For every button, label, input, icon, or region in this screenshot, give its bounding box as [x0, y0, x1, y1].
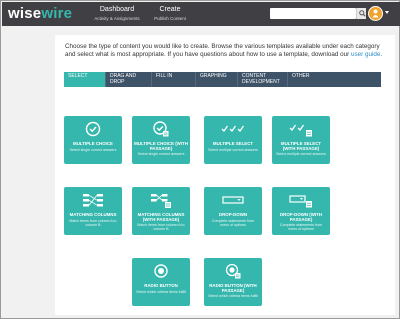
- template-multiple-choice-with-passage[interactable]: MULTIPLE CHOICE (WITH PASSAGE) Select si…: [132, 116, 190, 164]
- tab-fill-in[interactable]: FILL IN: [152, 72, 196, 87]
- logo-text-part2: wire: [41, 5, 73, 22]
- wisewire-logo[interactable]: wisewire: [8, 5, 72, 23]
- tab-other[interactable]: OTHER: [288, 72, 381, 87]
- category-tabs: SELECT DRAG AND DROP FILL IN GRAPHING CO…: [64, 72, 381, 87]
- single-check-passage-icon: [153, 121, 169, 137]
- nav-create-sublabel: Publish Content: [154, 16, 186, 21]
- intro-end: .: [380, 51, 383, 58]
- intro-body: Choose the type of content you would lik…: [65, 43, 380, 58]
- template-matching-columns-with-passage[interactable]: MATCHING COLUMNS (WITH PASSAGE) Match it…: [132, 187, 190, 235]
- intro-text: Choose the type of content you would lik…: [65, 43, 387, 59]
- radio-button-icon: [154, 264, 168, 278]
- multi-check-passage-icon: [289, 124, 312, 137]
- template-name: MULTIPLE SELECT (WITH PASSAGE): [280, 141, 322, 151]
- nav-create-label: Create: [159, 6, 181, 13]
- template-name: DROP-DOWN: [218, 212, 248, 217]
- template-multiple-choice[interactable]: MULTIPLE CHOICE Select single correct an…: [64, 116, 122, 164]
- template-description: Select which criteria items fulfill: [136, 290, 186, 294]
- tab-select[interactable]: SELECT: [64, 72, 106, 87]
- template-description: Select single correct answers: [137, 152, 185, 156]
- user-icon: [372, 9, 379, 18]
- content-panel: Choose the type of content you would lik…: [55, 35, 395, 315]
- template-multiple-select[interactable]: MULTIPLE SELECT Select multiple correct …: [204, 116, 262, 164]
- template-description: Select which criteria items fulfill: [208, 294, 258, 298]
- template-description: Complete statements from menu of options: [279, 223, 323, 232]
- template-description: Match items from column A to column B: [69, 219, 117, 228]
- template-name: MULTIPLE CHOICE: [73, 141, 113, 146]
- search-button[interactable]: [356, 8, 366, 19]
- top-navigation-bar: wisewire Dashboard Activity & Assignment…: [2, 2, 400, 26]
- template-drop-down[interactable]: DROP-DOWN Complete statements from menu …: [204, 187, 262, 235]
- template-description: Select multiple correct answers: [208, 148, 258, 152]
- dropdown-icon: [222, 196, 244, 204]
- template-name: RADIO BUTTON (WITH PASSAGE): [209, 283, 257, 293]
- search-input[interactable]: [270, 8, 356, 19]
- tab-drag-and-drop[interactable]: DRAG AND DROP: [106, 72, 152, 87]
- chevron-down-icon[interactable]: [385, 11, 389, 14]
- tab-content-development[interactable]: CONTENT DEVELOPMENT: [238, 72, 288, 87]
- template-name: MATCHING COLUMNS (WITH PASSAGE): [137, 212, 185, 222]
- user-guide-link[interactable]: user guide: [351, 51, 380, 58]
- dropdown-passage-icon: [289, 195, 312, 208]
- nav-dashboard-label: Dashboard: [99, 6, 135, 13]
- template-radio-button-with-passage[interactable]: RADIO BUTTON (WITH PASSAGE) Select which…: [204, 258, 262, 306]
- radio-button-passage-icon: [225, 263, 241, 279]
- logo-text-part1: wise: [8, 5, 42, 22]
- matching-columns-passage-icon: [151, 194, 171, 208]
- template-description: Complete statements from menu of options: [211, 219, 255, 228]
- template-drop-down-with-passage[interactable]: DROP-DOWN (WITH PASSAGE) Complete statem…: [272, 187, 330, 235]
- template-name: MULTIPLE CHOICE (WITH PASSAGE): [134, 141, 188, 151]
- user-avatar[interactable]: [368, 6, 383, 21]
- template-multiple-select-with-passage[interactable]: MULTIPLE SELECT (WITH PASSAGE) Select mu…: [272, 116, 330, 164]
- template-description: Select single correct answers: [69, 148, 117, 152]
- template-matching-columns[interactable]: MATCHING COLUMNS Match items from column…: [64, 187, 122, 235]
- template-name: RADIO BUTTON: [144, 283, 178, 288]
- template-name: MULTIPLE SELECT: [212, 141, 254, 146]
- app-window: wisewire Dashboard Activity & Assignment…: [0, 0, 400, 319]
- template-radio-button[interactable]: RADIO BUTTON Select which criteria items…: [132, 258, 190, 306]
- tab-graphing[interactable]: GRAPHING: [196, 72, 238, 87]
- nav-dashboard[interactable]: Dashboard Activity & Assignments: [90, 6, 144, 23]
- nav-dashboard-sublabel: Activity & Assignments: [94, 16, 140, 21]
- template-name: MATCHING COLUMNS: [69, 212, 117, 217]
- template-description: Match items from column A to column B: [137, 223, 185, 232]
- multi-check-icon: [221, 125, 245, 133]
- search-icon: [359, 10, 366, 17]
- nav-create[interactable]: Create Publish Content: [148, 6, 192, 23]
- template-description: Select multiple correct answers: [276, 152, 326, 156]
- matching-columns-icon: [83, 194, 103, 207]
- template-name: DROP-DOWN (WITH PASSAGE): [280, 212, 322, 222]
- single-check-icon: [85, 121, 101, 137]
